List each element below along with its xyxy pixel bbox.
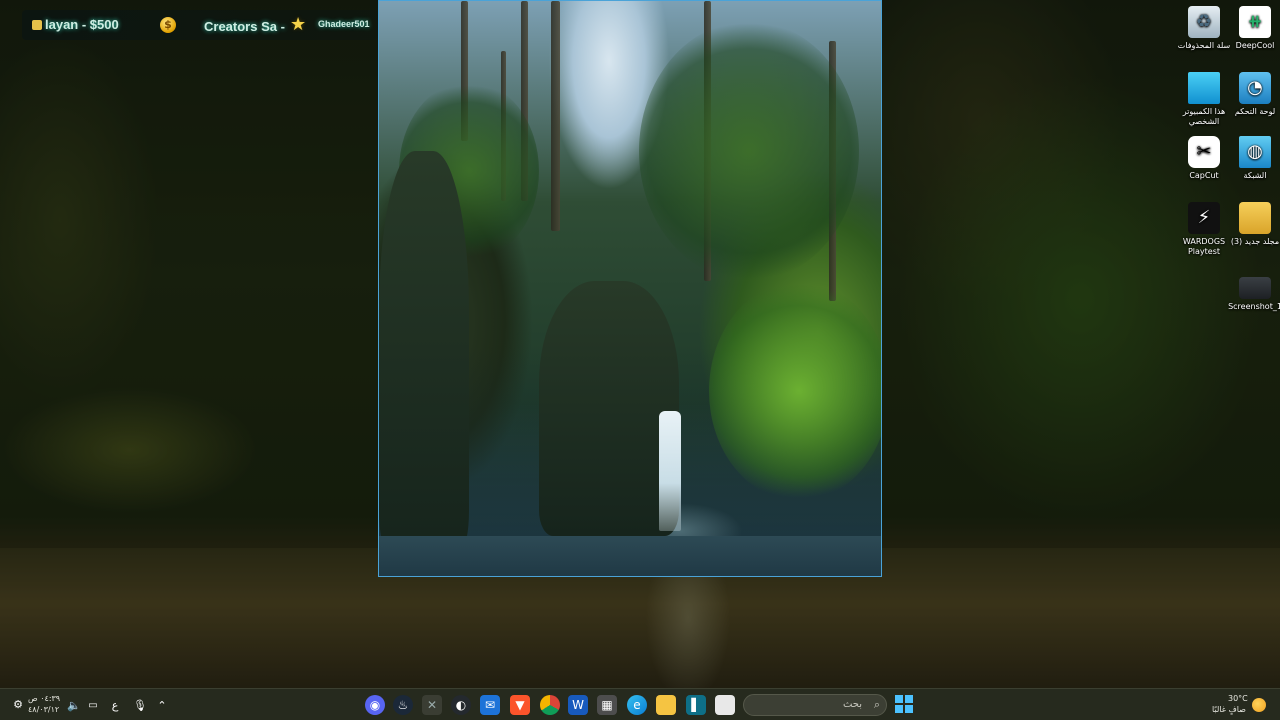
user-label: Ghadeer501 xyxy=(318,19,370,29)
dollar-coin-icon: $ xyxy=(160,17,176,33)
desktop-icon-label: WARDOGS Playtest xyxy=(1182,237,1226,256)
recycle-bin-icon: ♻ xyxy=(1188,6,1220,38)
microphone-icon[interactable]: 🎙 xyxy=(130,695,150,715)
xbox-icon[interactable]: ✕ xyxy=(422,695,442,715)
search-icon: ⌕ xyxy=(873,698,880,711)
folder-icon xyxy=(1239,202,1271,234)
waterfall-pool xyxy=(379,536,881,576)
desktop-icon-network[interactable]: ◍ الشبكة xyxy=(1226,136,1280,181)
windows-logo-icon xyxy=(895,695,903,703)
app-icon[interactable]: ▌ xyxy=(686,695,706,715)
creator-label: Creators Sa - xyxy=(204,19,285,34)
snip-selection-area[interactable] xyxy=(378,0,882,577)
coin-icon xyxy=(32,20,42,30)
desktop-icon-label: (3) مجلد جديد xyxy=(1230,237,1280,246)
desktop-icon-label: لوحة التحكم xyxy=(1234,107,1276,116)
desktop-icon-this-pc[interactable]: هذا الكمبيوتر الشخصي xyxy=(1175,72,1233,127)
desktop-icon-recycle-bin[interactable]: ♻ سلة المحذوفات xyxy=(1175,6,1233,51)
cliff-left xyxy=(379,151,469,551)
sun-moon-icon[interactable] xyxy=(1252,698,1266,712)
star-icon: ★ xyxy=(290,14,307,35)
weather-condition[interactable]: صافٍ غالبًا xyxy=(1212,705,1246,714)
store-icon[interactable]: ▦ xyxy=(597,695,617,715)
task-view-icon[interactable] xyxy=(715,695,735,715)
screenshot-file-icon xyxy=(1239,277,1271,299)
deepcool-icon: ⧺ xyxy=(1239,6,1271,38)
desktop-icon-label: سلة المحذوفات xyxy=(1177,41,1231,50)
desktop-icon-control-panel[interactable]: ◔ لوحة التحكم xyxy=(1226,72,1280,117)
search-input[interactable]: بحث ⌕ xyxy=(743,694,887,716)
desktop-icon-label: DeepCool xyxy=(1235,41,1275,50)
tree-foliage xyxy=(709,281,881,501)
waterfall xyxy=(659,411,681,531)
chevron-up-icon[interactable]: ⌃ xyxy=(152,695,172,715)
desktop-icon-screenshot[interactable]: Screenshot_1 xyxy=(1226,272,1280,312)
steam-icon[interactable]: ♨ xyxy=(393,695,413,715)
clock-date[interactable]: ٤٨/٠٣/١٢ xyxy=(28,705,59,714)
weather-temperature[interactable]: 30°C xyxy=(1228,694,1248,703)
control-panel-icon: ◔ xyxy=(1239,72,1271,104)
brave-icon[interactable]: ▼ xyxy=(510,695,530,715)
network-tray-icon[interactable]: ▭ xyxy=(83,695,103,715)
edge-icon[interactable]: e xyxy=(627,695,647,715)
volume-icon[interactable]: 🔈 xyxy=(64,695,84,715)
this-pc-icon xyxy=(1188,72,1220,104)
clock-time[interactable]: ٠٤:٣٩ ص xyxy=(28,694,60,703)
desktop-icon-label: الشبكة xyxy=(1243,171,1267,180)
mail-icon[interactable]: ✉ xyxy=(480,695,500,715)
desktop-icon-label: هذا الكمبيوتر الشخصي xyxy=(1182,107,1226,126)
desktop-icon-deepcool[interactable]: ⧺ DeepCool xyxy=(1226,6,1280,51)
chrome-icon[interactable] xyxy=(540,695,560,715)
desktop-icon-new-folder[interactable]: (3) مجلد جديد xyxy=(1226,202,1280,247)
cliff-center xyxy=(539,281,679,536)
word-icon[interactable]: W xyxy=(568,695,588,715)
file-explorer-icon[interactable] xyxy=(656,695,676,715)
capcut-icon: ✂ xyxy=(1188,136,1220,168)
search-placeholder: بحث xyxy=(842,699,862,710)
desktop-icon-label: CapCut xyxy=(1189,171,1219,180)
tree-foliage xyxy=(639,21,859,281)
desktop-icon-capcut[interactable]: ✂ CapCut xyxy=(1175,136,1233,181)
wardogs-icon: ⚡ xyxy=(1188,202,1220,234)
github-icon[interactable]: ◐ xyxy=(451,695,471,715)
desktop-icon-label: Screenshot_1 xyxy=(1228,302,1280,311)
network-icon: ◍ xyxy=(1239,136,1271,168)
taskbar: ⚙ ٠٤:٣٩ ص ٤٨/٠٣/١٢ 🔈 ▭ ع 🎙 ⌃ ◉ ♨ ✕ ◐ ✉ ▼… xyxy=(0,688,1280,720)
discord-icon[interactable]: ◉ xyxy=(365,695,385,715)
tree-trunk xyxy=(551,1,560,231)
gear-icon[interactable]: ⚙ xyxy=(10,696,26,712)
desktop-icon-wardogs[interactable]: ⚡ WARDOGS Playtest xyxy=(1175,202,1233,257)
start-button[interactable] xyxy=(895,695,913,713)
language-indicator[interactable]: ع xyxy=(105,695,125,715)
donation-label: layan - $500 xyxy=(45,17,119,32)
